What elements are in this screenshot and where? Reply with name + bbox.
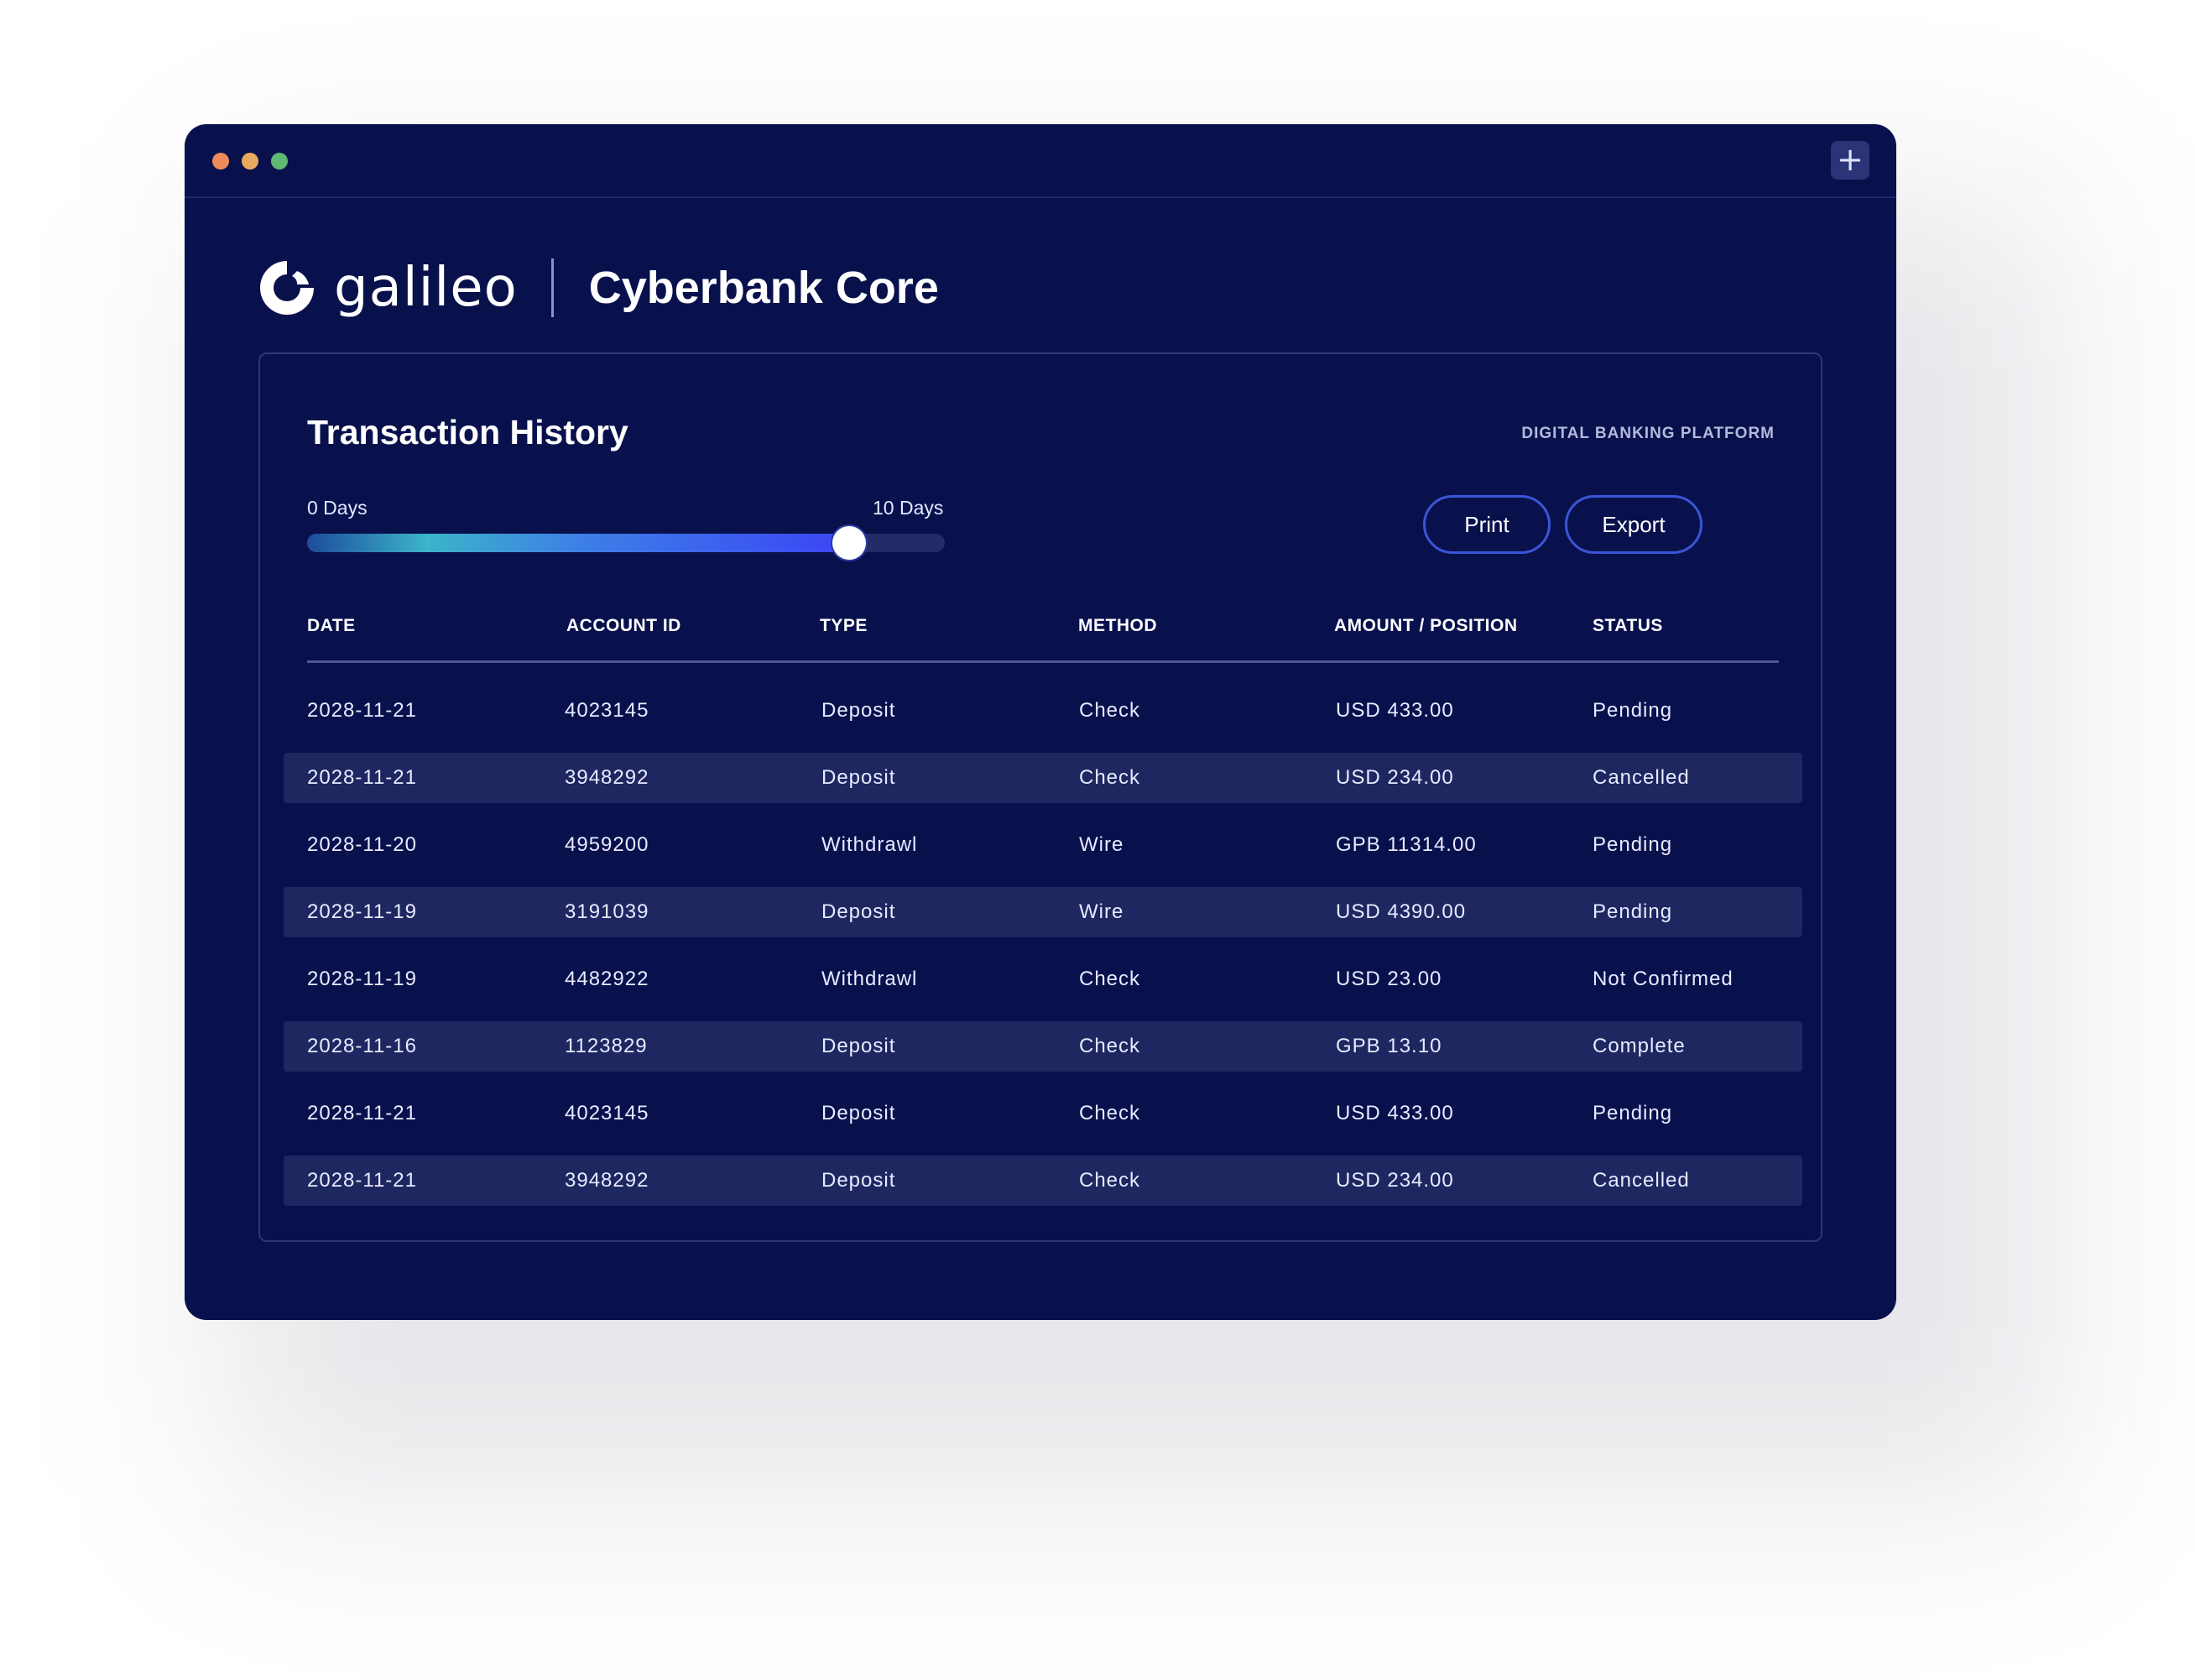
amount-cell: USD 234.00	[1336, 1169, 1454, 1192]
amount-cell: USD 234.00	[1336, 766, 1454, 789]
account-id-cell: 3948292	[565, 1169, 649, 1192]
status-cell: Cancelled	[1593, 1169, 1690, 1192]
status-cell: Not Confirmed	[1593, 968, 1734, 990]
method-cell: Check	[1079, 1035, 1141, 1057]
method-cell: Wire	[1079, 900, 1124, 923]
column-header-amount[interactable]: AMOUNT / POSITION	[1334, 616, 1518, 636]
amount-cell: GPB 11314.00	[1336, 833, 1477, 856]
account-id-cell: 3191039	[565, 900, 649, 923]
galileo-logo-icon	[260, 261, 314, 315]
slider-thumb[interactable]	[832, 526, 866, 560]
transaction-panel: Transaction History DIGITAL BANKING PLAT…	[258, 352, 1822, 1242]
method-cell: Check	[1079, 1102, 1141, 1124]
amount-cell: USD 433.00	[1336, 699, 1454, 722]
status-cell: Cancelled	[1593, 766, 1690, 789]
column-header-type[interactable]: TYPE	[820, 616, 868, 636]
minimize-window-button[interactable]	[242, 153, 258, 170]
amount-cell: GPB 13.10	[1336, 1035, 1442, 1057]
platform-label: DIGITAL BANKING PLATFORM	[1521, 425, 1775, 442]
plus-icon: +	[1837, 141, 1864, 178]
method-cell: Wire	[1079, 833, 1124, 856]
product-name: Cyberbank Core	[588, 263, 939, 313]
table-row[interactable]: 2028-11-19 4482922 Withdrawl Check USD 23.00…	[284, 954, 1802, 1004]
account-id-cell: 4482922	[565, 968, 649, 990]
account-id-cell: 1123829	[565, 1035, 648, 1057]
amount-cell: USD 433.00	[1336, 1102, 1454, 1124]
account-id-cell: 4959200	[565, 833, 649, 856]
table-row[interactable]: 2028-11-21 3948292 Deposit Check USD 234.00 C…	[284, 1156, 1802, 1206]
slider-fill	[307, 534, 849, 552]
date-cell: 2028-11-21	[307, 1102, 417, 1124]
type-cell: Deposit	[821, 766, 896, 789]
window-controls	[212, 153, 288, 170]
account-id-cell: 4023145	[565, 1102, 649, 1124]
table-header: DATE ACCOUNT ID TYPE METHOD AMOUNT / POS…	[307, 606, 1779, 663]
column-header-status[interactable]: STATUS	[1593, 616, 1663, 636]
amount-cell: USD 4390.00	[1336, 900, 1467, 923]
maximize-window-button[interactable]	[271, 153, 288, 170]
days-range-slider[interactable]	[307, 526, 945, 560]
date-cell: 2028-11-16	[307, 1035, 417, 1057]
export-button[interactable]: Export	[1565, 495, 1702, 554]
title-bar: +	[185, 124, 1896, 198]
date-cell: 2028-11-21	[307, 766, 417, 789]
column-header-account-id[interactable]: ACCOUNT ID	[566, 616, 681, 636]
table-body: 2028-11-21 4023145 Deposit Check USD 433.00 P…	[284, 686, 1802, 1206]
close-window-button[interactable]	[212, 153, 229, 170]
range-max-label: 10 Days	[873, 497, 944, 519]
method-cell: Check	[1079, 699, 1141, 722]
type-cell: Deposit	[821, 699, 896, 722]
status-cell: Pending	[1593, 833, 1673, 856]
table-row[interactable]: 2028-11-21 4023145 Deposit Check USD 433.00 P…	[284, 1088, 1802, 1139]
type-cell: Withdrawl	[821, 833, 918, 856]
method-cell: Check	[1079, 766, 1141, 789]
brand-divider	[550, 258, 554, 317]
page-title: Transaction History	[307, 413, 628, 451]
table-row[interactable]: 2028-11-20 4959200 Withdrawl Wire GPB 11314.…	[284, 820, 1802, 870]
status-cell: Pending	[1593, 699, 1673, 722]
date-cell: 2028-11-21	[307, 1169, 417, 1192]
account-id-cell: 3948292	[565, 766, 649, 789]
screenshot-stage: + galileo Cyberbank Core Transaction His…	[0, 0, 2195, 1680]
app-window: + galileo Cyberbank Core Transaction His…	[185, 124, 1896, 1320]
column-header-method[interactable]: METHOD	[1078, 616, 1157, 636]
type-cell: Deposit	[821, 1169, 896, 1192]
type-cell: Deposit	[821, 1035, 896, 1057]
table-row[interactable]: 2028-11-16 1123829 Deposit Check GPB 13.10 Co…	[284, 1021, 1802, 1072]
date-cell: 2028-11-19	[307, 968, 417, 990]
brand-header: galileo Cyberbank Core	[258, 242, 939, 334]
account-id-cell: 4023145	[565, 699, 649, 722]
date-cell: 2028-11-20	[307, 833, 417, 856]
table-row[interactable]: 2028-11-21 3948292 Deposit Check USD 234.00 C…	[284, 753, 1802, 803]
company-name: galileo	[334, 257, 518, 319]
range-min-label: 0 Days	[307, 497, 368, 519]
status-cell: Complete	[1593, 1035, 1686, 1057]
status-cell: Pending	[1593, 900, 1673, 923]
column-header-date[interactable]: DATE	[307, 616, 356, 636]
type-cell: Withdrawl	[821, 968, 918, 990]
type-cell: Deposit	[821, 900, 896, 923]
print-button[interactable]: Print	[1423, 495, 1551, 554]
method-cell: Check	[1079, 968, 1141, 990]
date-cell: 2028-11-19	[307, 900, 417, 923]
type-cell: Deposit	[821, 1102, 896, 1124]
table-row[interactable]: 2028-11-19 3191039 Deposit Wire USD 4390.00 P…	[284, 887, 1802, 937]
new-tab-button[interactable]: +	[1831, 141, 1869, 180]
date-cell: 2028-11-21	[307, 699, 417, 722]
table-row[interactable]: 2028-11-21 4023145 Deposit Check USD 433.00 P…	[284, 686, 1802, 736]
transactions-table: DATE ACCOUNT ID TYPE METHOD AMOUNT / POS…	[284, 606, 1802, 1223]
amount-cell: USD 23.00	[1336, 968, 1442, 990]
status-cell: Pending	[1593, 1102, 1673, 1124]
method-cell: Check	[1079, 1169, 1141, 1192]
